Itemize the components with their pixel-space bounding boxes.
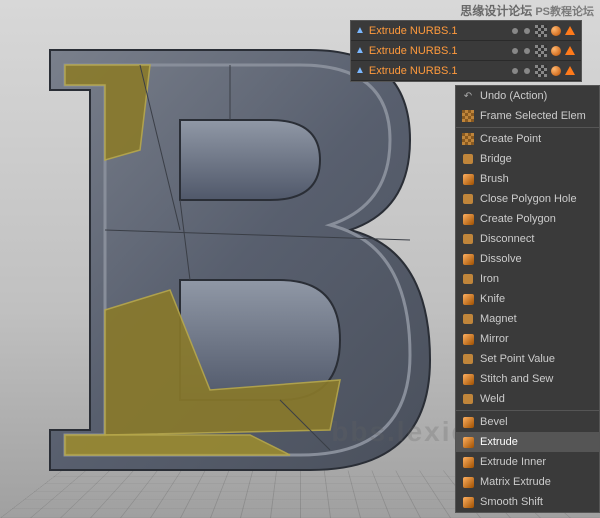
disconnect-icon	[461, 232, 475, 246]
menu-stitch-and-sew[interactable]: Stitch and Sew	[456, 369, 599, 389]
close-hole-icon	[461, 192, 475, 206]
stitch-icon	[461, 372, 475, 386]
checker-icon[interactable]	[535, 45, 547, 57]
mirror-icon	[461, 332, 475, 346]
extrude-nurbs-icon: ▲	[355, 65, 365, 76]
visibility-dot-icon[interactable]	[512, 28, 518, 34]
menu-separator	[456, 410, 599, 411]
bevel-icon	[461, 415, 475, 429]
menu-magnet[interactable]: Magnet	[456, 309, 599, 329]
object-row[interactable]: ▲ Extrude NURBS.1	[351, 21, 581, 41]
tag-icon[interactable]	[565, 46, 575, 55]
visibility-dot-icon[interactable]	[524, 68, 530, 74]
menu-bridge[interactable]: Bridge	[456, 149, 599, 169]
material-orb-icon[interactable]	[551, 26, 561, 36]
checker-icon[interactable]	[535, 65, 547, 77]
extrude-icon	[461, 435, 475, 449]
menu-matrix-extrude[interactable]: Matrix Extrude	[456, 472, 599, 492]
object-manager[interactable]: ▲ Extrude NURBS.1 ▲ Extrude NURBS.1 ▲ Ex…	[350, 20, 582, 82]
menu-create-polygon[interactable]: Create Polygon	[456, 209, 599, 229]
menu-separator	[456, 127, 599, 128]
menu-smooth-shift[interactable]: Smooth Shift	[456, 492, 599, 512]
object-label: Extrude NURBS.1	[369, 45, 509, 57]
extrude-inner-icon	[461, 455, 475, 469]
visibility-dot-icon[interactable]	[524, 28, 530, 34]
object-label: Extrude NURBS.1	[369, 65, 509, 77]
point-icon	[461, 132, 475, 146]
object-label: Extrude NURBS.1	[369, 25, 509, 37]
dissolve-icon	[461, 252, 475, 266]
menu-weld[interactable]: Weld	[456, 389, 599, 409]
watermark-top: 思缘设计论坛 PS教程论坛	[460, 2, 594, 19]
menu-create-point[interactable]: Create Point	[456, 129, 599, 149]
weld-icon	[461, 392, 475, 406]
menu-knife[interactable]: Knife	[456, 289, 599, 309]
menu-dissolve[interactable]: Dissolve	[456, 249, 599, 269]
viewport-3d[interactable]: 思缘设计论坛 PS教程论坛 bbs.lexiex.com ▲ Extrude N…	[0, 0, 600, 518]
menu-frame-selected[interactable]: Frame Selected Elem	[456, 106, 599, 126]
tag-icon[interactable]	[565, 26, 575, 35]
visibility-dot-icon[interactable]	[512, 68, 518, 74]
magnet-icon	[461, 312, 475, 326]
iron-icon	[461, 272, 475, 286]
frame-icon	[461, 109, 475, 123]
material-orb-icon[interactable]	[551, 46, 561, 56]
menu-iron[interactable]: Iron	[456, 269, 599, 289]
menu-set-point-value[interactable]: Set Point Value	[456, 349, 599, 369]
menu-close-polygon-hole[interactable]: Close Polygon Hole	[456, 189, 599, 209]
undo-icon: ↶	[461, 89, 475, 103]
menu-mirror[interactable]: Mirror	[456, 329, 599, 349]
matrix-extrude-icon	[461, 475, 475, 489]
menu-extrude[interactable]: Extrude	[456, 432, 599, 452]
menu-extrude-inner[interactable]: Extrude Inner	[456, 452, 599, 472]
material-orb-icon[interactable]	[551, 66, 561, 76]
extrude-nurbs-icon: ▲	[355, 25, 365, 36]
context-menu: ↶Undo (Action) Frame Selected Elem Creat…	[455, 85, 600, 513]
visibility-dot-icon[interactable]	[524, 48, 530, 54]
menu-undo[interactable]: ↶Undo (Action)	[456, 86, 599, 106]
object-row[interactable]: ▲ Extrude NURBS.1	[351, 61, 581, 81]
set-point-icon	[461, 352, 475, 366]
extrude-nurbs-icon: ▲	[355, 45, 365, 56]
tag-icon[interactable]	[565, 66, 575, 75]
visibility-dot-icon[interactable]	[512, 48, 518, 54]
knife-icon	[461, 292, 475, 306]
menu-bevel[interactable]: Bevel	[456, 412, 599, 432]
object-row[interactable]: ▲ Extrude NURBS.1	[351, 41, 581, 61]
polygon-icon	[461, 212, 475, 226]
menu-brush[interactable]: Brush	[456, 169, 599, 189]
smooth-shift-icon	[461, 495, 475, 509]
brush-icon	[461, 172, 475, 186]
bridge-icon	[461, 152, 475, 166]
menu-disconnect[interactable]: Disconnect	[456, 229, 599, 249]
checker-icon[interactable]	[535, 25, 547, 37]
